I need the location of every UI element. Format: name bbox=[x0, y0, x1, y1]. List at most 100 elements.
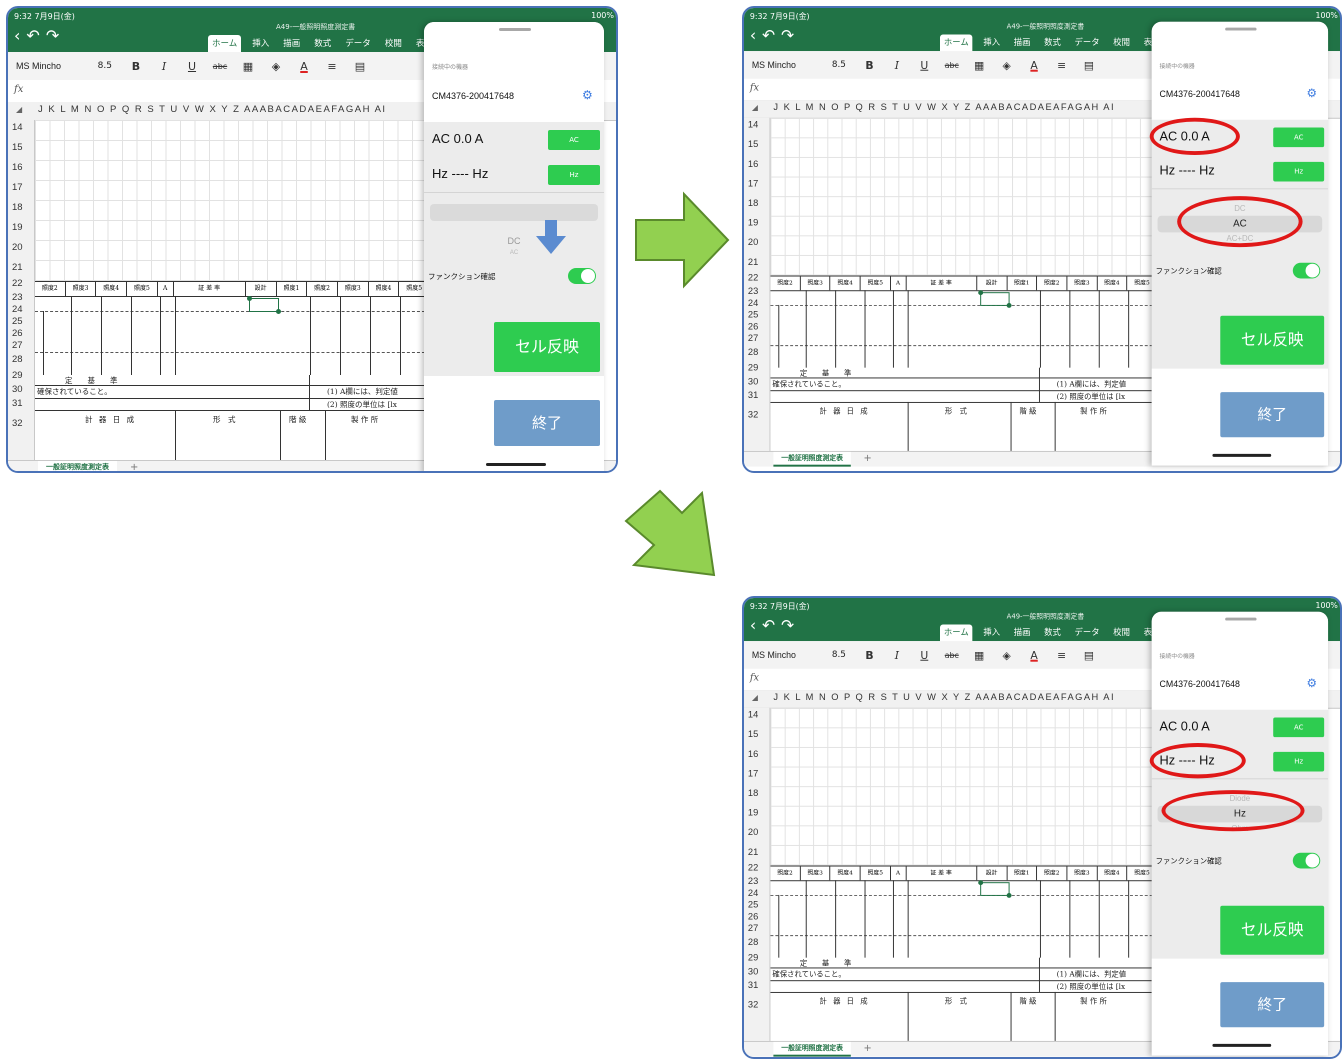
row-number[interactable]: 17 bbox=[748, 769, 758, 780]
row-number[interactable]: 22 bbox=[748, 273, 758, 284]
row-number[interactable]: 30 bbox=[748, 966, 758, 977]
row-number[interactable]: 25 bbox=[748, 900, 758, 911]
row-number[interactable]: 21 bbox=[12, 262, 23, 273]
undo-icon[interactable]: ↶ bbox=[762, 616, 781, 635]
table-header-cell[interactable]: 照度3 bbox=[66, 282, 97, 296]
ac-button[interactable]: AC bbox=[548, 130, 600, 150]
tab-data[interactable]: データ bbox=[1072, 35, 1103, 52]
table-header-cell[interactable]: 証 差 率 bbox=[906, 866, 978, 881]
table-header-cell[interactable]: 照度5 bbox=[861, 866, 891, 881]
row-number[interactable]: 25 bbox=[748, 310, 758, 321]
table-header-cell[interactable]: 照度1 bbox=[277, 282, 308, 296]
font-color-icon[interactable]: A bbox=[1020, 58, 1047, 71]
table-header-cell[interactable]: A bbox=[891, 866, 907, 881]
select-all-icon[interactable]: ◢ bbox=[752, 693, 758, 702]
table-header-cell[interactable]: 照度2 bbox=[770, 276, 801, 291]
tab-draw[interactable]: 描画 bbox=[1011, 35, 1034, 52]
cell-reflect-button[interactable]: セル反映 bbox=[1220, 905, 1325, 955]
row-number[interactable]: 20 bbox=[748, 827, 758, 838]
align-icon[interactable]: ≡ bbox=[1048, 648, 1075, 661]
table-header-cell[interactable]: 設計 bbox=[977, 276, 1008, 291]
row-number[interactable]: 29 bbox=[748, 363, 758, 374]
row-number[interactable]: 19 bbox=[12, 222, 23, 233]
mode-picker[interactable]: DC AC bbox=[430, 204, 598, 256]
row-number[interactable]: 15 bbox=[748, 729, 758, 740]
gear-icon[interactable]: ⚙ bbox=[1307, 86, 1318, 100]
row-number[interactable]: 31 bbox=[748, 980, 758, 991]
table-header-cell[interactable]: A bbox=[158, 282, 174, 296]
hz-button[interactable]: Hz bbox=[1273, 161, 1325, 182]
row-number[interactable]: 17 bbox=[12, 182, 23, 193]
row-number[interactable]: 17 bbox=[748, 179, 758, 190]
underline-button[interactable]: U bbox=[178, 60, 206, 73]
redo-icon[interactable]: ↷ bbox=[46, 26, 65, 45]
italic-button[interactable]: I bbox=[883, 58, 910, 71]
row-number[interactable]: 22 bbox=[748, 863, 758, 874]
selected-cell[interactable] bbox=[978, 880, 1012, 898]
gear-icon[interactable]: ⚙ bbox=[582, 88, 593, 102]
tab-review[interactable]: 校閲 bbox=[382, 36, 405, 53]
font-size-field[interactable]: 8.5 bbox=[820, 60, 846, 70]
table-header-cell[interactable]: 照度4 bbox=[369, 282, 400, 296]
tab-draw[interactable]: 描画 bbox=[280, 36, 303, 53]
strikethrough-button[interactable]: abc bbox=[206, 62, 234, 71]
tab-formulas[interactable]: 数式 bbox=[1041, 35, 1064, 52]
selected-cell[interactable] bbox=[978, 290, 1012, 308]
table-header-cell[interactable]: 照度2 bbox=[35, 282, 66, 296]
row-number[interactable]: 29 bbox=[748, 953, 758, 964]
fill-color-icon[interactable]: ◈ bbox=[993, 648, 1020, 661]
tab-draw[interactable]: 描画 bbox=[1011, 625, 1034, 642]
row-number[interactable]: 14 bbox=[12, 122, 23, 133]
row-number[interactable]: 16 bbox=[12, 162, 23, 173]
row-number[interactable]: 15 bbox=[748, 139, 758, 150]
picker-option-next[interactable]: DC bbox=[430, 236, 598, 246]
row-number[interactable]: 26 bbox=[12, 328, 23, 339]
row-number[interactable]: 31 bbox=[12, 398, 23, 409]
table-header-cell[interactable]: 照度4 bbox=[831, 276, 861, 291]
table-header-cell[interactable]: 照度3 bbox=[1067, 866, 1098, 881]
row-number[interactable]: 24 bbox=[748, 298, 758, 309]
tab-formulas[interactable]: 数式 bbox=[1041, 625, 1064, 642]
row-number[interactable]: 27 bbox=[748, 923, 758, 934]
function-check-toggle[interactable] bbox=[1292, 262, 1321, 279]
table-header-cell[interactable]: 照度4 bbox=[1097, 866, 1128, 881]
tab-insert[interactable]: 挿入 bbox=[980, 625, 1003, 642]
tab-insert[interactable]: 挿入 bbox=[980, 35, 1003, 52]
sheet-tab[interactable]: 一般証明照度測定表 bbox=[38, 461, 117, 471]
row-number[interactable]: 23 bbox=[748, 876, 758, 887]
row-number[interactable]: 23 bbox=[12, 292, 23, 303]
row-number[interactable]: 32 bbox=[748, 1000, 758, 1011]
row-number[interactable]: 14 bbox=[748, 710, 758, 721]
drag-handle[interactable] bbox=[499, 28, 531, 31]
gear-icon[interactable]: ⚙ bbox=[1307, 676, 1318, 690]
home-indicator[interactable] bbox=[486, 463, 546, 466]
table-header-cell[interactable]: 照度1 bbox=[1007, 276, 1038, 291]
tab-review[interactable]: 校閲 bbox=[1110, 625, 1133, 642]
table-header-cell[interactable]: 証 差 率 bbox=[174, 282, 246, 296]
font-color-icon[interactable]: A bbox=[1020, 648, 1047, 661]
table-header-cell[interactable]: 照度3 bbox=[801, 866, 831, 881]
tab-home[interactable]: ホーム bbox=[208, 35, 242, 53]
tab-data[interactable]: データ bbox=[1072, 625, 1103, 642]
font-name-field[interactable]: MS Mincho bbox=[752, 650, 821, 660]
tab-home[interactable]: ホーム bbox=[940, 34, 973, 53]
redo-icon[interactable]: ↷ bbox=[781, 616, 800, 635]
row-number[interactable]: 30 bbox=[12, 384, 23, 395]
row-number[interactable]: 15 bbox=[12, 142, 23, 153]
home-indicator[interactable] bbox=[1212, 453, 1272, 457]
row-number[interactable]: 21 bbox=[748, 847, 758, 858]
table-header-cell[interactable]: 照度5 bbox=[861, 276, 891, 291]
font-size-field[interactable]: 8.5 bbox=[820, 650, 846, 660]
row-number[interactable]: 16 bbox=[748, 159, 758, 170]
row-number[interactable]: 28 bbox=[12, 354, 23, 365]
row-number[interactable]: 24 bbox=[748, 888, 758, 899]
table-header-cell[interactable]: 照度1 bbox=[1007, 866, 1038, 881]
row-number[interactable]: 19 bbox=[748, 218, 758, 229]
row-number[interactable]: 27 bbox=[12, 340, 23, 351]
table-header-cell[interactable]: 設計 bbox=[246, 282, 277, 296]
ac-button[interactable]: AC bbox=[1273, 127, 1325, 148]
table-header-cell[interactable]: 照度4 bbox=[1097, 276, 1128, 291]
row-number[interactable]: 18 bbox=[748, 198, 758, 209]
wrap-text-icon[interactable]: ▤ bbox=[1075, 648, 1102, 661]
row-number[interactable]: 30 bbox=[748, 376, 758, 387]
